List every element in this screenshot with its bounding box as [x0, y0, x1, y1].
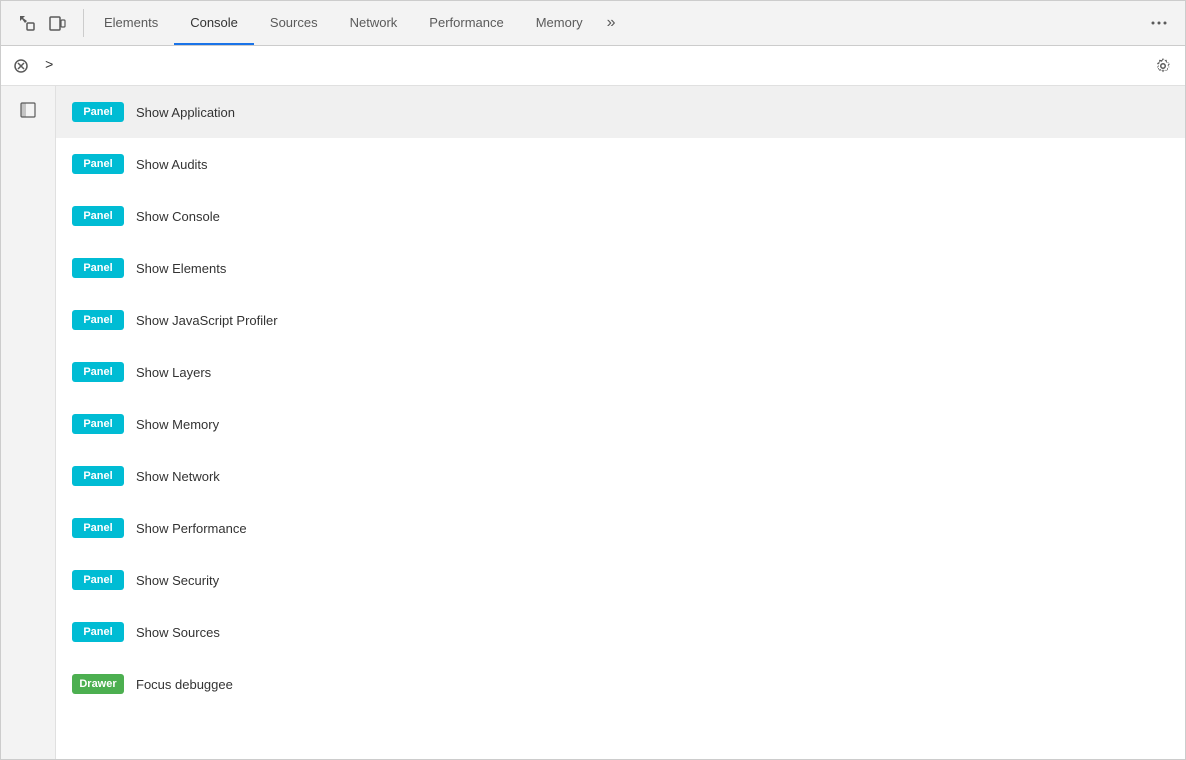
main-area: ▶ PanelShow ApplicationPanelShow AuditsP… [1, 86, 1185, 759]
console-input[interactable] [57, 58, 1141, 73]
badge-panel: Panel [72, 622, 124, 642]
badge-panel: Panel [72, 206, 124, 226]
autocomplete-item[interactable]: Panel Show Audits [56, 138, 1185, 190]
badge-panel: Panel [72, 414, 124, 434]
autocomplete-item[interactable]: Panel Show JavaScript Profiler [56, 294, 1185, 346]
autocomplete-item-label: Show Console [136, 209, 220, 224]
tab-memory[interactable]: Memory [520, 1, 599, 45]
badge-panel: Panel [72, 362, 124, 382]
tab-network[interactable]: Network [334, 1, 414, 45]
autocomplete-item-label: Show Elements [136, 261, 226, 276]
badge-panel: Panel [72, 258, 124, 278]
badge-drawer: Drawer [72, 674, 124, 694]
tab-elements[interactable]: Elements [88, 1, 174, 45]
badge-panel: Panel [72, 102, 124, 122]
tabs-container: Elements Console Sources Network Perform… [88, 1, 624, 45]
autocomplete-item[interactable]: Panel Show Network [56, 450, 1185, 502]
autocomplete-item-label: Show Application [136, 105, 235, 120]
autocomplete-item[interactable]: Panel Show Memory [56, 398, 1185, 450]
autocomplete-item-label: Show Network [136, 469, 220, 484]
device-toolbar-button[interactable] [43, 9, 71, 37]
badge-panel: Panel [72, 518, 124, 538]
tab-performance[interactable]: Performance [413, 1, 519, 45]
autocomplete-item[interactable]: Panel Show Sources [56, 606, 1185, 658]
console-right-icons [1149, 52, 1177, 80]
badge-panel: Panel [72, 154, 124, 174]
devtools-window: Elements Console Sources Network Perform… [0, 0, 1186, 760]
autocomplete-item-label: Show Performance [136, 521, 247, 536]
autocomplete-item-label: Focus debuggee [136, 677, 233, 692]
inspect-element-button[interactable] [13, 9, 41, 37]
content-area: ▶ PanelShow ApplicationPanelShow AuditsP… [56, 86, 1185, 759]
console-settings-button[interactable] [1149, 52, 1177, 80]
autocomplete-item-label: Show JavaScript Profiler [136, 313, 278, 328]
autocomplete-item[interactable]: Panel Show Performance [56, 502, 1185, 554]
autocomplete-item-label: Show Sources [136, 625, 220, 640]
console-prompt: > [45, 58, 53, 74]
autocomplete-item-label: Show Security [136, 573, 219, 588]
autocomplete-item[interactable]: Panel Show Application [56, 86, 1185, 138]
tab-bar-right-icons [1145, 9, 1181, 37]
console-toolbar: > [1, 46, 1185, 86]
autocomplete-item[interactable]: Panel Show Security [56, 554, 1185, 606]
badge-panel: Panel [72, 310, 124, 330]
toolbar-divider [83, 9, 84, 37]
toolbar-icons [5, 9, 79, 37]
autocomplete-item-label: Show Memory [136, 417, 219, 432]
autocomplete-dropdown: PanelShow ApplicationPanelShow AuditsPan… [56, 86, 1185, 759]
badge-panel: Panel [72, 570, 124, 590]
autocomplete-item[interactable]: Panel Show Layers [56, 346, 1185, 398]
clear-console-button[interactable] [9, 54, 33, 78]
sidebar-expand-button[interactable] [12, 94, 44, 126]
autocomplete-item-label: Show Layers [136, 365, 211, 380]
tab-console[interactable]: Console [174, 1, 254, 45]
more-tabs-button[interactable]: » [599, 1, 624, 45]
tab-bar: Elements Console Sources Network Perform… [1, 1, 1185, 46]
sidebar [1, 86, 56, 759]
autocomplete-item[interactable]: Panel Show Elements [56, 242, 1185, 294]
autocomplete-item[interactable]: Drawer Focus debuggee [56, 658, 1185, 710]
more-options-button[interactable] [1145, 9, 1173, 37]
tab-sources[interactable]: Sources [254, 1, 334, 45]
console-input-area: > [37, 58, 1149, 74]
badge-panel: Panel [72, 466, 124, 486]
autocomplete-item-label: Show Audits [136, 157, 208, 172]
autocomplete-item[interactable]: Panel Show Console [56, 190, 1185, 242]
